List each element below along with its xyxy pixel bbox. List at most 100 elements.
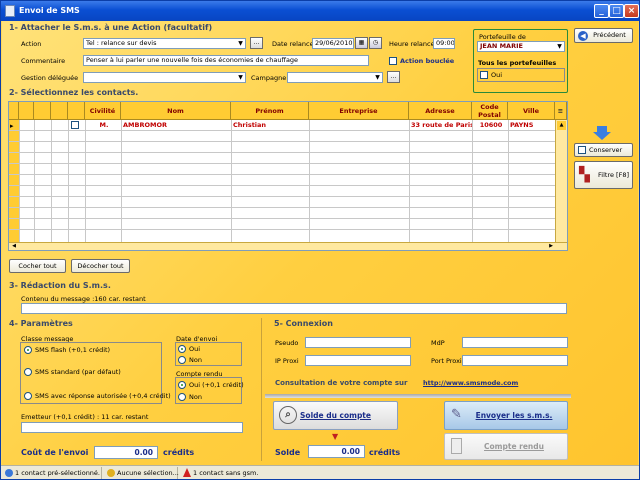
date-envoi-oui-radio[interactable] (178, 345, 186, 353)
classe-reponse-radio[interactable] (24, 392, 32, 400)
clock-icon[interactable]: ◷ (369, 37, 382, 49)
action-label: Action (21, 40, 42, 48)
conserver-checkbox[interactable] (578, 146, 586, 154)
compte-rendu-button-label: Compte rendu (484, 442, 544, 451)
grid-options-icon[interactable]: ≡ (555, 102, 567, 120)
classe-reponse-label: SMS avec réponse autorisée (+0,4 crédit) (35, 392, 171, 400)
table-row[interactable] (9, 208, 555, 219)
solde-credits-label: crédits (369, 448, 401, 457)
table-row[interactable] (9, 219, 555, 230)
decocher-tout-button[interactable]: Décocher tout (71, 259, 130, 273)
portefeuille-value: JEAN MARIE (480, 42, 523, 50)
cell-adresse: 33 route de Paris (411, 121, 472, 129)
table-row[interactable] (9, 142, 555, 153)
conserver-button[interactable]: Conserver (574, 143, 633, 157)
table-row[interactable] (9, 197, 555, 208)
col-prenom[interactable]: Prénom (231, 102, 309, 120)
minimize-button[interactable]: _ (594, 4, 609, 18)
action-bouclee-checkbox[interactable] (389, 57, 397, 65)
classe-flash-label: SMS flash (+0,1 crédit) (35, 346, 111, 354)
date-envoi-non-label: Non (189, 356, 202, 364)
contenu-label: Contenu du message :160 car. restant (21, 295, 146, 303)
section2-title: 2- Sélectionnez les contacts. (9, 88, 139, 97)
send-phone-icon: ✎ (451, 407, 462, 422)
precedent-button[interactable]: ◀ Précédent (574, 28, 633, 43)
col-ville[interactable]: Ville (508, 102, 555, 120)
port-proxi-field[interactable] (462, 355, 568, 366)
window-title: Envoi de SMS (19, 6, 80, 15)
col-nom[interactable]: Nom (121, 102, 231, 120)
scroll-left-icon[interactable]: ◀ (10, 243, 18, 250)
cocher-tout-button[interactable]: Cocher tout (9, 259, 66, 273)
table-row[interactable] (9, 164, 555, 175)
gestion-label: Gestion déléguée (21, 74, 79, 82)
arrow-down-icon: ▼ (332, 432, 339, 441)
cell-entreprise (309, 120, 409, 131)
vertical-scrollbar[interactable]: ▲ (555, 120, 567, 242)
table-row[interactable] (9, 175, 555, 186)
consultation-label: Consultation de votre compte sur (275, 379, 408, 387)
campagne-browse-button[interactable]: ... (387, 71, 400, 83)
message-field[interactable] (21, 303, 567, 314)
action-browse-button[interactable]: ... (250, 37, 263, 49)
filtre-button[interactable]: ▚ Filtre [F8] (574, 161, 633, 189)
pseudo-field[interactable] (305, 337, 411, 348)
portefeuille-label: Portefeuille de (479, 33, 526, 41)
tous-portefeuilles-checkbox[interactable] (480, 71, 488, 79)
scroll-right-icon[interactable]: ▶ (547, 243, 555, 250)
sms-window: Envoi de SMS _ □ × 1- Attacher le S.m.s.… (0, 0, 640, 480)
magnifier-icon: ⌕ (279, 406, 297, 424)
smsmode-link[interactable]: http://www.smsmode.com (423, 379, 518, 387)
compte-rendu-oui-radio[interactable] (178, 381, 186, 389)
row-select-checkbox[interactable] (71, 121, 79, 129)
heure-relance-field[interactable]: 09:00 (433, 38, 455, 49)
classe-standard-radio[interactable] (24, 368, 32, 376)
date-envoi-non-radio[interactable] (178, 356, 186, 364)
filtre-label: Filtre [F8] (598, 171, 629, 179)
ip-proxi-field[interactable] (305, 355, 411, 366)
horizontal-scrollbar[interactable]: ◀ ▶ (9, 242, 567, 250)
close-button[interactable]: × (624, 4, 639, 18)
col-civilite[interactable]: Civilité (85, 102, 121, 120)
mdp-field[interactable] (462, 337, 568, 348)
col-entreprise[interactable]: Entreprise (309, 102, 409, 120)
cell-civilite: M. (99, 121, 109, 129)
envoyer-button[interactable]: ✎ Envoyer les s.m.s. (444, 401, 568, 430)
table-row[interactable] (9, 153, 555, 164)
section3-title: 3- Rédaction du S.m.s. (9, 281, 111, 290)
col-code-postal[interactable]: Code Postal (472, 102, 508, 120)
classe-flash-radio[interactable] (24, 346, 32, 354)
table-row[interactable]: ▸ M. AMBROMOR Christian 33 route de Pari… (9, 120, 555, 131)
cout-credits-label: crédits (163, 448, 195, 457)
app-icon (5, 5, 15, 17)
commentaire-field[interactable]: Penser à lui parler une nouvelle fois de… (83, 55, 369, 66)
status-part-3: 1 contact sans gsm. (181, 467, 381, 479)
ip-proxi-label: IP Proxi (275, 357, 299, 365)
solde-button[interactable]: ⌕ Solde du compte (273, 401, 398, 430)
report-icon (451, 438, 462, 454)
action-combo[interactable]: Tel : relance sur devis ▼ (83, 38, 246, 49)
cell-nom: AMBROMOR (123, 121, 167, 129)
emetteur-field[interactable] (21, 422, 243, 433)
alert-icon (183, 468, 191, 477)
gestion-combo[interactable]: ▼ (83, 72, 246, 83)
campagne-combo[interactable]: ▼ (287, 72, 383, 83)
mdp-label: MdP (431, 339, 445, 347)
maximize-button[interactable]: □ (609, 4, 624, 18)
compte-rendu-oui-label: Oui (+0,1 crédit) (189, 381, 244, 389)
action-value: Tel : relance sur devis (86, 39, 157, 47)
cout-value: 0.00 (94, 446, 158, 459)
date-relance-field[interactable]: 29/06/2010 (312, 38, 354, 49)
scroll-up-icon[interactable]: ▲ (557, 121, 566, 130)
action-bouclee-label: Action bouclée (400, 57, 455, 65)
compte-rendu-button[interactable]: Compte rendu (444, 433, 568, 460)
contacts-grid[interactable]: Civilité Nom Prénom Entreprise Adresse C… (8, 101, 568, 251)
table-row[interactable] (9, 131, 555, 142)
col-adresse[interactable]: Adresse (409, 102, 472, 120)
conserver-label: Conserver (589, 146, 623, 154)
compte-rendu-non-radio[interactable] (178, 393, 186, 401)
compte-rendu-non-label: Non (189, 393, 202, 401)
calendar-icon[interactable]: ▦ (355, 37, 368, 49)
portefeuille-combo[interactable]: JEAN MARIE ▼ (477, 41, 565, 52)
table-row[interactable] (9, 186, 555, 197)
